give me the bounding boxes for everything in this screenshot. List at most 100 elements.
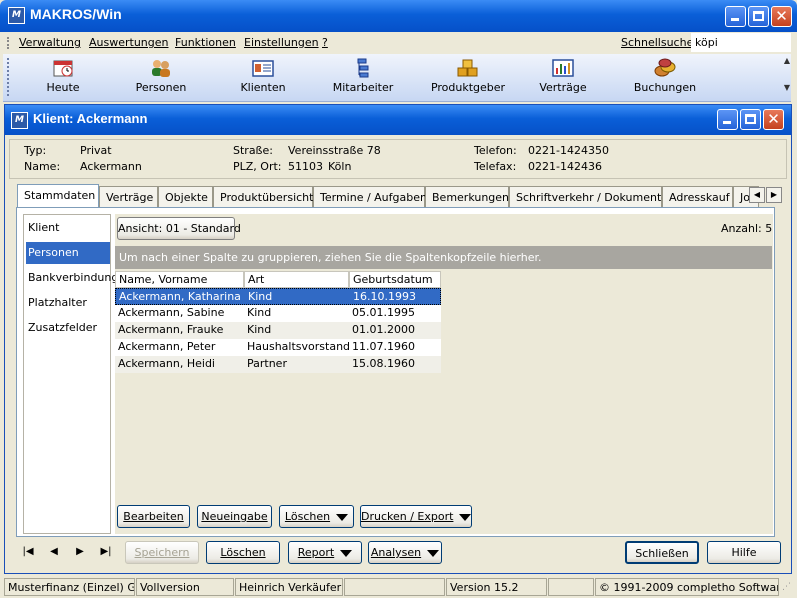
table-row[interactable]: Ackermann, Frauke Kind 01.01.2000 (115, 322, 441, 339)
table-row[interactable]: Ackermann, Katharina Kind 16.10.1993 (115, 288, 441, 305)
personen-grid: Um nach einer Spalte zu gruppieren, zieh… (115, 246, 773, 496)
neueingabe-button[interactable]: Neueingabe (197, 505, 272, 528)
typ-label: Typ: (24, 144, 47, 157)
typ-value: Privat (80, 144, 112, 157)
tab-objekte[interactable]: Objekte (158, 186, 213, 207)
tab-scroll-left[interactable]: ◀ (749, 187, 765, 203)
table-row[interactable]: Ackermann, Peter Haushaltsvorstand 11.07… (115, 339, 441, 356)
toolbar-produktgeber-label: Produktgeber (430, 81, 506, 94)
telefax-value: 0221-142436 (528, 160, 602, 173)
report-label: Report (297, 546, 335, 559)
people-icon (152, 60, 170, 77)
cell-geburtsdatum: 05.01.1995 (352, 306, 415, 319)
toolbar-klienten-button[interactable]: Klienten (223, 58, 303, 94)
view-button[interactable]: Ansicht: 01 - Standard (117, 217, 241, 240)
dropdown-arrow-icon (336, 513, 349, 521)
toolbar-buchungen-button[interactable]: Buchungen (625, 58, 705, 94)
toolbar-mitarbeiter-button[interactable]: Mitarbeiter (323, 58, 403, 94)
status-empty-2 (548, 578, 594, 596)
cell-geburtsdatum: 11.07.1960 (352, 340, 415, 353)
nav-last-button[interactable]: ▶| (95, 542, 117, 562)
dropdown-arrow-icon (427, 549, 440, 557)
dropdown-arrow-icon (459, 513, 472, 521)
analysen-button[interactable]: Analysen (368, 541, 442, 564)
toolbar-grip (7, 58, 10, 96)
nav-next-button[interactable]: ▶ (69, 542, 91, 562)
minimize-button[interactable] (725, 6, 746, 27)
side-item-bankverbindung[interactable]: Bankverbindung (26, 267, 118, 289)
column-header-name[interactable]: Name, Vorname (115, 271, 244, 288)
count-label: Anzahl: 5 (721, 222, 773, 235)
toolbar-vertraege-label: Verträge (539, 81, 587, 94)
resize-grip-icon[interactable]: ⋰ (782, 582, 794, 594)
menu-verwaltung[interactable]: Verwaltung (19, 36, 81, 49)
cell-geburtsdatum: 16.10.1993 (353, 290, 416, 303)
cell-name: Ackermann, Peter (118, 340, 216, 353)
column-header-geburtsdatum[interactable]: Geburtsdatum (349, 271, 441, 288)
quicksearch-input[interactable]: köpi (691, 33, 791, 52)
side-item-personen[interactable]: Personen (26, 242, 110, 264)
cell-geburtsdatum: 15.08.1960 (352, 357, 415, 370)
table-row[interactable]: Ackermann, Sabine Kind 05.01.1995 (115, 305, 441, 322)
toolbar-personen-button[interactable]: Personen (121, 58, 201, 94)
bearbeiten-button[interactable]: Bearbeiten (117, 505, 190, 528)
menu-auswertungen[interactable]: Auswertungen (89, 36, 169, 49)
toolbar-heute-button[interactable]: Heute (23, 58, 103, 94)
side-item-klient[interactable]: Klient (26, 217, 110, 239)
client-window-titlebar[interactable]: M Klient: Ackermann ✕ (5, 105, 791, 135)
loeschen-panel-button[interactable]: Löschen (279, 505, 354, 528)
tab-scroll-right[interactable]: ▶ (766, 187, 782, 203)
group-hint: Um nach einer Spalte zu gruppieren, zieh… (115, 246, 772, 269)
speichern-button[interactable]: Speichern (125, 541, 199, 564)
client-window: M Klient: Ackermann ✕ Typ: Privat Name: … (4, 104, 792, 574)
loeschen-button[interactable]: Löschen (206, 541, 280, 564)
menu-einstellungen[interactable]: Einstellungen (244, 36, 319, 49)
drucken-export-button[interactable]: Drucken / Export (360, 505, 472, 528)
tab-produktuebersicht[interactable]: Produktübersicht (213, 186, 313, 207)
report-button[interactable]: Report (288, 541, 362, 564)
stammdaten-panel: Klient Personen Bankverbindung Platzhalt… (16, 207, 775, 537)
plz-value: 51103 (288, 160, 323, 173)
client-maximize-button[interactable] (740, 109, 761, 130)
name-label: Name: (24, 160, 61, 173)
cell-art: Kind (247, 323, 272, 336)
menu-grip (7, 37, 10, 49)
strasse-value: Vereinsstraße 78 (288, 144, 381, 157)
schliessen-button[interactable]: Schließen (625, 541, 699, 564)
loeschen-label: Löschen (220, 546, 266, 559)
side-item-platzhalter[interactable]: Platzhalter (26, 292, 110, 314)
tab-stammdaten[interactable]: Stammdaten (17, 184, 99, 207)
tab-schriftverkehr[interactable]: Schriftverkehr / Dokumente (509, 186, 668, 207)
app-titlebar[interactable]: M MAKROS/Win ✕ (0, 0, 797, 32)
toolbar-buchungen-label: Buchungen (633, 81, 697, 94)
loeschen-panel-label: Löschen (284, 510, 331, 523)
menu-help[interactable]: ? (322, 36, 328, 49)
toolbar-produktgeber-button[interactable]: Produktgeber (423, 58, 513, 94)
client-close-button[interactable]: ✕ (763, 109, 784, 130)
maximize-button[interactable] (748, 6, 769, 27)
tab-bemerkungen[interactable]: Bemerkungen (425, 186, 509, 207)
toolbar-scroll[interactable]: ▲ ▼ (783, 56, 791, 100)
client-info-panel: Typ: Privat Name: Ackermann Straße: Vere… (9, 139, 787, 179)
status-version: Version 15.2 (446, 578, 547, 596)
menu-funktionen[interactable]: Funktionen (175, 36, 236, 49)
column-header-art[interactable]: Art (244, 271, 349, 288)
toolbar-vertraege-button[interactable]: Verträge (523, 58, 603, 94)
close-button[interactable]: ✕ (771, 6, 792, 27)
speichern-label: Speichern (134, 546, 190, 559)
client-minimize-button[interactable] (717, 109, 738, 130)
hilfe-button[interactable]: Hilfe (707, 541, 781, 564)
nav-first-button[interactable]: |◀ (17, 542, 39, 562)
schliessen-label: Schließen (635, 547, 689, 560)
toolbar-mitarbeiter-label: Mitarbeiter (332, 81, 394, 94)
tab-termine[interactable]: Termine / Aufgaben (313, 186, 427, 207)
tab-vertraege[interactable]: Verträge (99, 186, 158, 207)
personen-content: Ansicht: 01 - Standard Anzahl: 5 Um nach… (115, 214, 773, 534)
telefon-label: Telefon: (474, 144, 517, 157)
stammdaten-sidebar: Klient Personen Bankverbindung Platzhalt… (23, 214, 118, 534)
table-row[interactable]: Ackermann, Heidi Partner 15.08.1960 (115, 356, 441, 373)
cell-name: Ackermann, Sabine (118, 306, 225, 319)
side-item-zusatzfelder[interactable]: Zusatzfelder (26, 317, 110, 339)
nav-prev-button[interactable]: ◀ (43, 542, 65, 562)
tab-adresskauf[interactable]: Adresskauf (662, 186, 733, 207)
